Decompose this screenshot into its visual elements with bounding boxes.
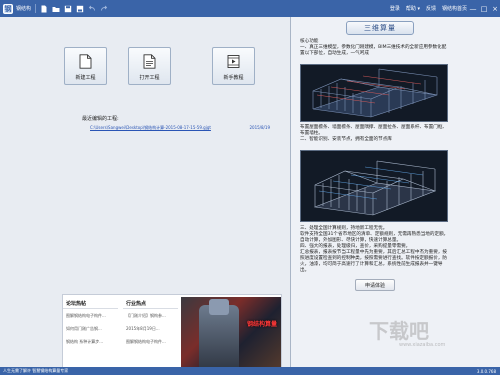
app-title: 钢结构	[16, 6, 32, 12]
start-panel: 新建工程 打开工程 新手教程 最近编辑的工程: C:\Users\Sangwei…	[0, 17, 290, 375]
title-bar: 钢 钢结构 登录 帮助 ▾ 反馈 钢结构首页 — □ ×	[0, 0, 500, 17]
forum-column: 论坛热帖 图解钢结构电子构件... 如何用门刚广告钢... 钢结构 系种计算步.…	[63, 295, 118, 348]
robot-illustration	[199, 305, 239, 373]
industry-header: 行业热点	[123, 295, 178, 309]
forum-header: 论坛热帖	[63, 295, 118, 309]
open-file-icon	[143, 54, 156, 69]
news-panel: 论坛热帖 图解钢结构电子构件... 如何用门刚广告钢... 钢结构 系种计算步.…	[62, 294, 282, 375]
recent-project-date: 2015/8/19	[249, 125, 270, 130]
site-watermark: 下载吧	[369, 319, 429, 343]
save-as-icon	[76, 5, 83, 12]
steel-frame-node-diagram	[313, 160, 437, 216]
site-watermark-url: www.xiazaiba.com	[399, 342, 446, 348]
steel-frame-3d-view-1	[300, 64, 448, 122]
feature-detail-text: 三、处理全国计算规则，持地新工程无忧。 软件支持全国31个省市地区的清单、定额规…	[300, 226, 449, 273]
maximize-button[interactable]: □	[479, 0, 489, 17]
industry-column: 行业热点 【门刚介绍】钢构参... 2015年8月19日... 图解钢结构电子构…	[123, 295, 178, 348]
open-folder-toolbar-button[interactable]	[51, 4, 60, 13]
steel-frame-diagram	[312, 68, 438, 118]
titlebar-right-group: 登录 帮助 ▾ 反馈 钢结构首页 — □ ×	[384, 0, 500, 17]
new-file-icon	[79, 54, 92, 69]
open-project-label: 打开工程	[139, 75, 160, 81]
homepage-link[interactable]: 钢结构首页	[442, 5, 467, 12]
new-file-toolbar-button[interactable]	[39, 4, 48, 13]
status-bar: 人生无需了解许 智慧钢结构算量专家 3.0.0.768	[0, 367, 500, 375]
feature-panel: 三维算量 核心功能 一、真正三维模型，参数化门刚建模，BIM三维技术的全新应用参…	[291, 17, 500, 367]
new-project-button[interactable]: 新建工程	[64, 47, 107, 85]
app-logo-icon: 钢	[3, 3, 13, 14]
save-as-toolbar-button[interactable]	[75, 4, 84, 13]
new-file-icon	[41, 5, 47, 12]
close-button[interactable]: ×	[490, 0, 500, 17]
open-project-button[interactable]: 打开工程	[128, 47, 171, 85]
promo-banner[interactable]: 钢结构算量	[181, 297, 281, 375]
forum-item[interactable]: 钢结构 系种计算步...	[63, 335, 118, 348]
login-link[interactable]: 登录	[390, 5, 400, 12]
recent-project-item[interactable]: C:\Users\Sangwei\Desktop\钢结构计算-2015-08-1…	[90, 125, 270, 131]
steel-frame-3d-view-2	[300, 150, 448, 222]
save-icon	[64, 5, 71, 12]
redo-arrow-icon	[100, 5, 107, 11]
new-project-label: 新建工程	[75, 75, 96, 81]
tutorial-label: 新手教程	[223, 75, 244, 81]
apply-trial-button[interactable]: 申请体验	[355, 279, 395, 291]
feature-headline-button[interactable]: 三维算量	[346, 21, 414, 35]
tutorial-button[interactable]: 新手教程	[212, 47, 255, 85]
feature-intro-text: 核心功能 一、真正三维模型，参数化门刚建模，BIM三维技术的全新应用参数化配置以…	[300, 39, 447, 56]
robot-head-illustration	[209, 299, 229, 315]
save-toolbar-button[interactable]	[63, 4, 72, 13]
minimize-button[interactable]: —	[468, 0, 478, 17]
industry-item[interactable]: 图解钢结构电子构件...	[123, 335, 178, 348]
version-label: 3.0.0.768	[476, 368, 496, 374]
industry-item[interactable]: 2015年8月19日...	[123, 322, 178, 335]
undo-button[interactable]	[87, 4, 96, 13]
feature-list-text: 布置屋面檩条、墙面檩条、屋面隅撑、屋面拉条、屋面系杆、布置门框、布置墙柱。 二、…	[300, 125, 448, 142]
feedback-link[interactable]: 反馈	[426, 5, 436, 12]
recent-projects-title: 最近编辑的工程:	[82, 116, 119, 122]
folder-icon	[52, 6, 60, 12]
banner-text: 钢结构算量	[246, 321, 277, 328]
undo-arrow-icon	[88, 5, 95, 11]
industry-item[interactable]: 【门刚介绍】钢构参...	[123, 309, 178, 322]
forum-item[interactable]: 如何用门刚广告钢...	[63, 322, 118, 335]
recent-project-path[interactable]: C:\Users\Sangwei\Desktop\钢结构计算-2015-08-1…	[90, 125, 211, 131]
help-menu[interactable]: 帮助 ▾	[406, 5, 420, 12]
forum-item[interactable]: 图解钢结构电子构件...	[63, 309, 118, 322]
status-slogan: 人生无需了解许 智慧钢结构算量专家	[3, 368, 69, 373]
redo-button[interactable]	[99, 4, 108, 13]
toolbar-separator	[35, 4, 37, 13]
video-tutorial-icon	[227, 55, 240, 68]
